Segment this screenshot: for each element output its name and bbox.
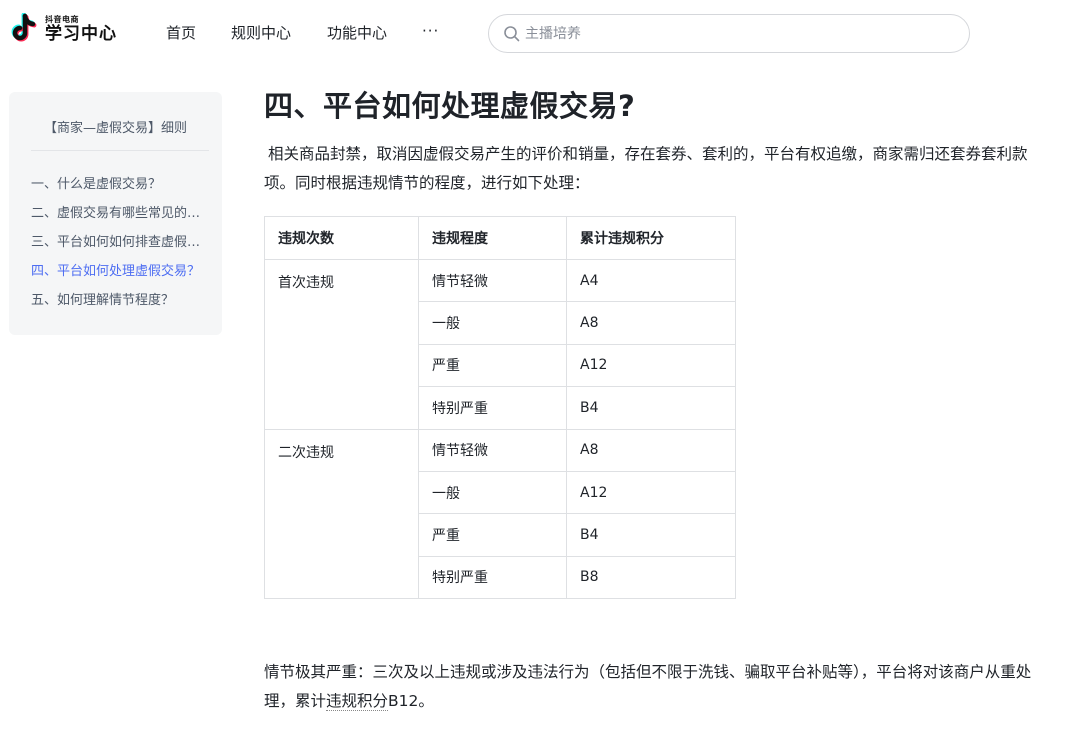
intro-paragraph: 相关商品封禁，取消因虚假交易产生的评价和销量，存在套券、套利的，平台有权追缴，商… [264, 145, 1028, 192]
table-of-contents: 【商家—虚假交易】细则 一、什么是虚假交易？ 二、虚假交易有哪些常见的形式？ 三… [9, 92, 222, 335]
section-heading: 四、平台如何处理虚假交易? [264, 89, 636, 123]
cell-points: B4 [566, 513, 736, 557]
table-row: 首次违规 情节轻微 A4 [264, 258, 736, 430]
toc-title: 【商家—虚假交易】细则 [43, 121, 187, 136]
group-first-violation: 首次违规 [264, 259, 419, 430]
cell-points: A4 [566, 258, 736, 303]
cell-level: 情节轻微 [418, 428, 567, 472]
nav-feature-center[interactable]: 功能中心 [327, 22, 387, 43]
header-violation-level: 违规程度 [418, 216, 567, 260]
top-navigation: 抖音电商 学习中心 首页 规则中心 功能中心 ··· [0, 0, 1080, 66]
cell-points: A8 [566, 301, 736, 345]
logo-subtitle: 抖音电商 [45, 14, 79, 24]
severe-case-paragraph: 情节极其严重：三次及以上违规或涉及违法行为（包括但不限于洗钱、骗取平台补贴等），… [264, 658, 1034, 716]
violation-points-term[interactable]: 违规积分 [326, 692, 389, 711]
search-icon [504, 25, 520, 41]
penalty-table: 违规次数 违规程度 累计违规积分 首次违规 情节轻微 A4 一般 A8 严重 A… [264, 216, 736, 600]
cell-points: A12 [566, 343, 736, 388]
toc-item-severity[interactable]: 五、如何理解情节程度？ [31, 292, 209, 310]
severe-case-points: B12。 [388, 692, 434, 710]
douyin-logo-icon [11, 13, 37, 42]
nav-home[interactable]: 首页 [166, 22, 196, 43]
cell-level: 特别严重 [418, 386, 567, 430]
douyin-learning-center-logo[interactable]: 抖音电商 学习中心 [10, 12, 117, 46]
cell-level: 一般 [418, 301, 567, 345]
table-header-row: 违规次数 违规程度 累计违规积分 [264, 216, 736, 260]
toc-item-platform-investigation[interactable]: 三、平台如何如何排查虚假交易？ [31, 234, 209, 252]
cell-points: A8 [566, 428, 736, 472]
table-row: 二次违规 情节轻微 A8 [264, 428, 736, 600]
cell-level: 一般 [418, 470, 567, 515]
toc-divider [31, 150, 209, 151]
cell-points: B8 [566, 555, 736, 600]
cell-level: 严重 [418, 343, 567, 388]
toc-item-common-forms[interactable]: 二、虚假交易有哪些常见的形式？ [31, 205, 209, 223]
cell-points: A12 [566, 470, 736, 515]
group-second-violation: 二次违规 [264, 428, 419, 600]
cell-points: B4 [566, 386, 736, 430]
search-input[interactable] [525, 25, 945, 42]
toc-item-what-is-fake-trade[interactable]: 一、什么是虚假交易？ [31, 176, 209, 194]
cell-level: 特别严重 [418, 555, 567, 600]
header-violation-count: 违规次数 [264, 216, 419, 260]
search-box[interactable] [488, 14, 970, 53]
logo-title: 学习中心 [45, 23, 117, 44]
nav-rules-center[interactable]: 规则中心 [231, 22, 291, 43]
cell-level: 情节轻微 [418, 258, 567, 303]
header-cumulative-points: 累计违规积分 [566, 216, 736, 260]
toc-item-platform-handling[interactable]: 四、平台如何处理虚假交易？ [31, 263, 209, 281]
nav-more-button[interactable]: ··· [422, 22, 439, 40]
cell-level: 严重 [418, 513, 567, 557]
